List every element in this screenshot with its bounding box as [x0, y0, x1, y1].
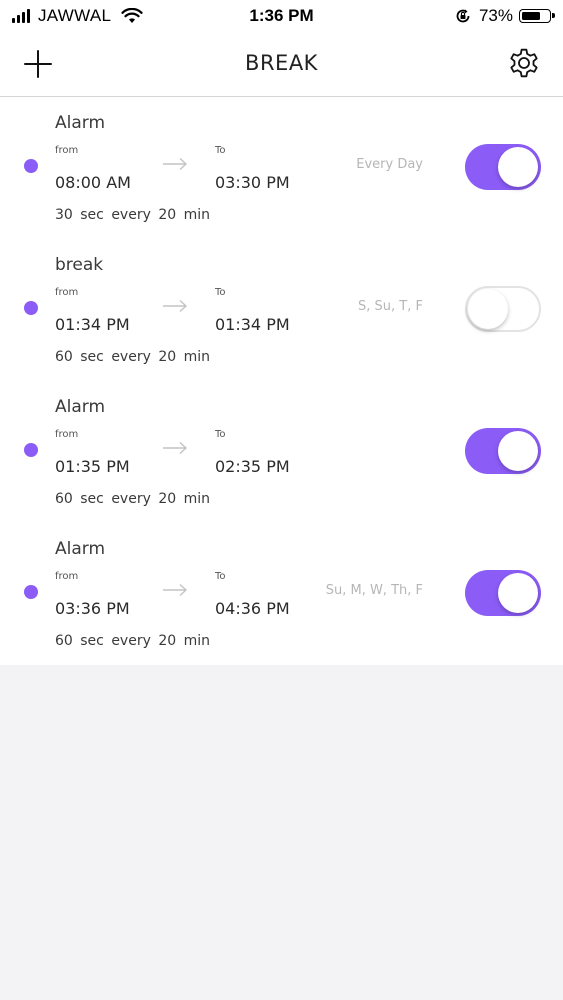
from-label: from	[55, 287, 79, 298]
break-duration: 30 sec every 20 min	[55, 207, 210, 223]
alarm-name: Alarm	[55, 397, 106, 417]
from-label: from	[55, 429, 79, 440]
break-duration: 60 sec every 20 min	[55, 349, 210, 365]
battery-icon	[519, 9, 555, 23]
toggle-knob	[468, 289, 508, 329]
alarm-name: Alarm	[55, 113, 106, 133]
status-dot	[24, 301, 38, 315]
status-dot	[24, 443, 38, 457]
to-time: 03:30 PM	[215, 173, 290, 192]
break-duration: 60 sec every 20 min	[55, 633, 210, 649]
enable-toggle[interactable]	[465, 570, 541, 616]
page-title: BREAK	[245, 51, 318, 75]
repeat-days: S, Su, T, F	[358, 299, 423, 314]
from-time: 01:34 PM	[55, 315, 130, 334]
arrow-right-icon	[163, 441, 188, 455]
from-time: 03:36 PM	[55, 599, 130, 618]
toggle-knob	[498, 147, 538, 187]
from-label: from	[55, 571, 79, 582]
status-dot	[24, 585, 38, 599]
rotation-lock-icon	[456, 9, 470, 23]
toggle-knob	[498, 573, 538, 613]
repeat-days: Every Day	[356, 157, 423, 172]
arrow-right-icon	[163, 299, 188, 313]
to-time: 01:34 PM	[215, 315, 290, 334]
to-label: To	[215, 287, 226, 298]
alarm-row[interactable]: Alarm from 08:00 AM To 03:30 PM Every Da…	[0, 97, 563, 239]
alarm-row[interactable]: break from 01:34 PM To 01:34 PM S, Su, T…	[0, 239, 563, 381]
navigation-bar: BREAK	[0, 32, 563, 97]
to-label: To	[215, 571, 226, 582]
to-label: To	[215, 429, 226, 440]
to-label: To	[215, 145, 226, 156]
from-time: 08:00 AM	[55, 173, 131, 192]
alarm-list: Alarm from 08:00 AM To 03:30 PM Every Da…	[0, 97, 563, 665]
alarm-name: break	[55, 255, 104, 275]
gear-icon[interactable]	[507, 46, 541, 80]
to-time: 04:36 PM	[215, 599, 290, 618]
arrow-right-icon	[163, 583, 188, 597]
alarm-name: Alarm	[55, 539, 106, 559]
status-dot	[24, 159, 38, 173]
arrow-right-icon	[163, 157, 188, 171]
status-bar: JAWWAL 1:36 PM 73%	[0, 0, 563, 32]
break-duration: 60 sec every 20 min	[55, 491, 210, 507]
to-time: 02:35 PM	[215, 457, 290, 476]
alarm-row[interactable]: Alarm from 01:35 PM To 02:35 PM 60 sec e…	[0, 381, 563, 523]
battery-fill	[522, 12, 540, 20]
repeat-days: Su, M, W, Th, F	[325, 583, 423, 598]
from-label: from	[55, 145, 79, 156]
from-time: 01:35 PM	[55, 457, 130, 476]
toggle-knob	[498, 431, 538, 471]
enable-toggle[interactable]	[465, 144, 541, 190]
status-right: 73%	[455, 6, 555, 26]
alarm-row[interactable]: Alarm from 03:36 PM To 04:36 PM Su, M, W…	[0, 523, 563, 665]
enable-toggle[interactable]	[465, 428, 541, 474]
enable-toggle[interactable]	[465, 286, 541, 332]
battery-percent: 73%	[478, 6, 513, 25]
